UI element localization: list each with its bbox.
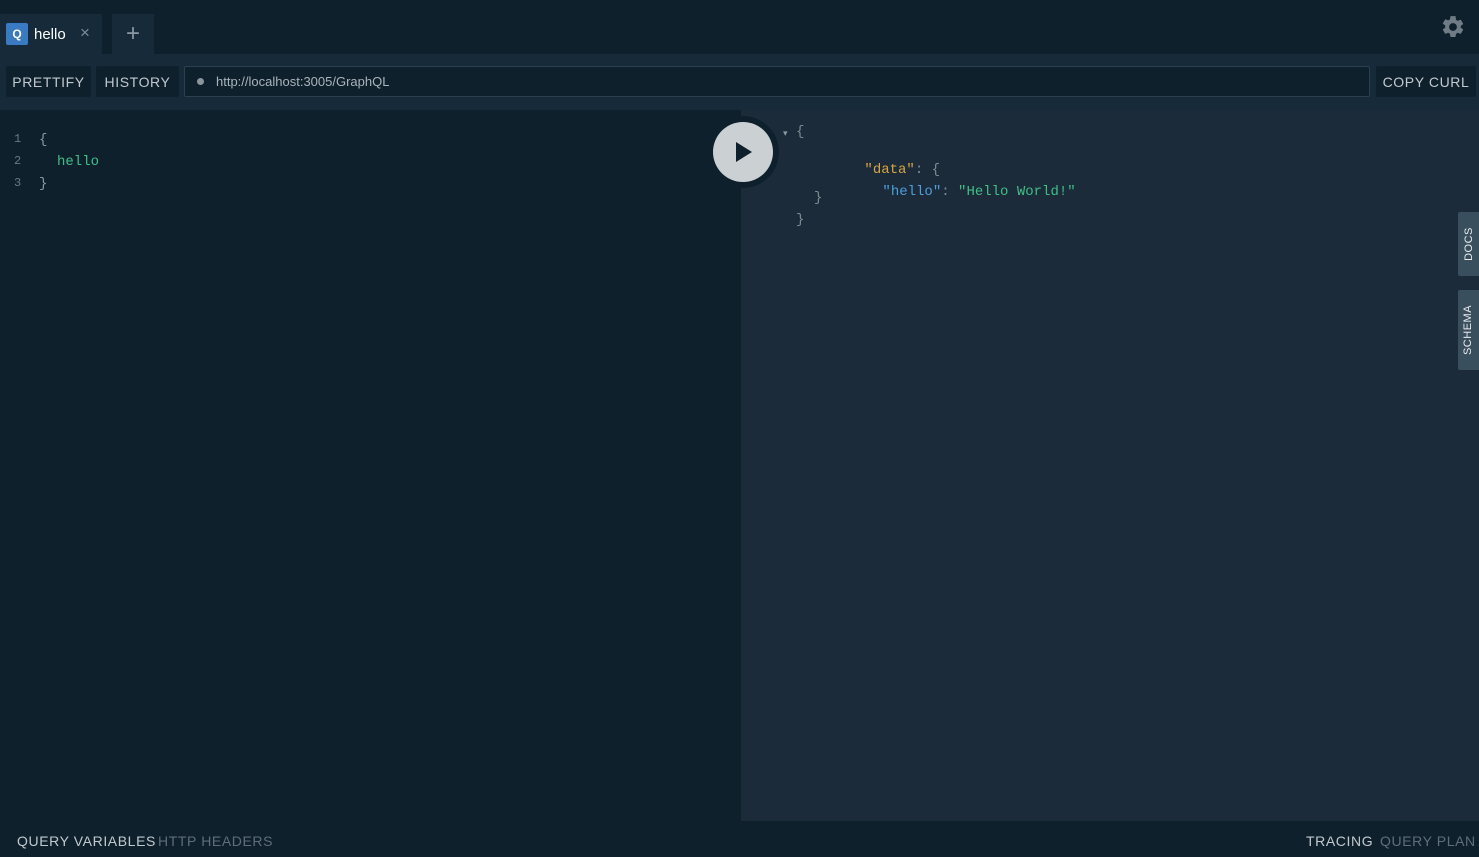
line-number: 1: [14, 132, 22, 146]
collapse-arrow-icon[interactable]: ▾: [783, 128, 788, 139]
toolbar: PRETTIFY HISTORY http://localhost:3005/G…: [0, 54, 1479, 110]
result-hello-line: "hello": "Hello World!": [832, 168, 1076, 216]
line-number: 3: [14, 176, 22, 190]
prettify-button[interactable]: PRETTIFY: [6, 66, 91, 97]
play-icon: [736, 142, 752, 162]
endpoint-url-input[interactable]: http://localhost:3005/GraphQL: [184, 66, 1370, 97]
editor-line: {: [39, 132, 48, 148]
query-editor[interactable]: 1 { 2 hello 3 }: [0, 110, 741, 821]
result-hello-value: "Hello World!": [958, 184, 1076, 200]
result-hello-colon: :: [941, 184, 959, 200]
result-pane: ▾ { "data": { "hello": "Hello World!" } …: [741, 110, 1479, 821]
line-number: 2: [14, 154, 22, 168]
schema-label: SCHEMA: [1462, 304, 1475, 356]
query-badge: Q: [6, 23, 28, 45]
add-tab-button[interactable]: +: [112, 14, 154, 54]
close-icon[interactable]: ×: [78, 24, 92, 42]
tracing-tab[interactable]: TRACING: [1306, 833, 1373, 849]
result-hello-key: "hello": [882, 184, 942, 200]
copy-curl-button[interactable]: COPY CURL: [1376, 66, 1476, 97]
result-outer-close: }: [796, 212, 805, 228]
editor-line: }: [39, 176, 48, 192]
graphql-playground: Q hello × + PRETTIFY HISTORY http://loca…: [0, 0, 1479, 857]
plus-icon: +: [125, 20, 140, 47]
result-open-brace: {: [796, 124, 805, 140]
endpoint-url-text: http://localhost:3005/GraphQL: [216, 74, 390, 89]
editor-line: hello: [57, 154, 100, 170]
query-tab[interactable]: Q hello ×: [0, 14, 102, 54]
query-variables-tab[interactable]: QUERY VARIABLES: [17, 833, 156, 849]
schema-side-tab[interactable]: SCHEMA: [1458, 290, 1479, 370]
tab-bar: Q hello × +: [0, 0, 1479, 54]
result-inner-close: }: [814, 190, 823, 206]
http-headers-tab[interactable]: HTTP HEADERS: [158, 833, 273, 849]
docs-label: DOCS: [1462, 227, 1475, 261]
query-plan-tab[interactable]: QUERY PLAN: [1380, 833, 1476, 849]
tab-title: hello: [34, 25, 66, 43]
docs-side-tab[interactable]: DOCS: [1458, 212, 1479, 276]
status-dot-icon: [197, 78, 204, 85]
run-button[interactable]: [713, 122, 773, 182]
gear-icon[interactable]: [1440, 14, 1466, 40]
bottom-bar: QUERY VARIABLES HTTP HEADERS TRACING QUE…: [0, 821, 1479, 857]
history-button[interactable]: HISTORY: [96, 66, 179, 97]
